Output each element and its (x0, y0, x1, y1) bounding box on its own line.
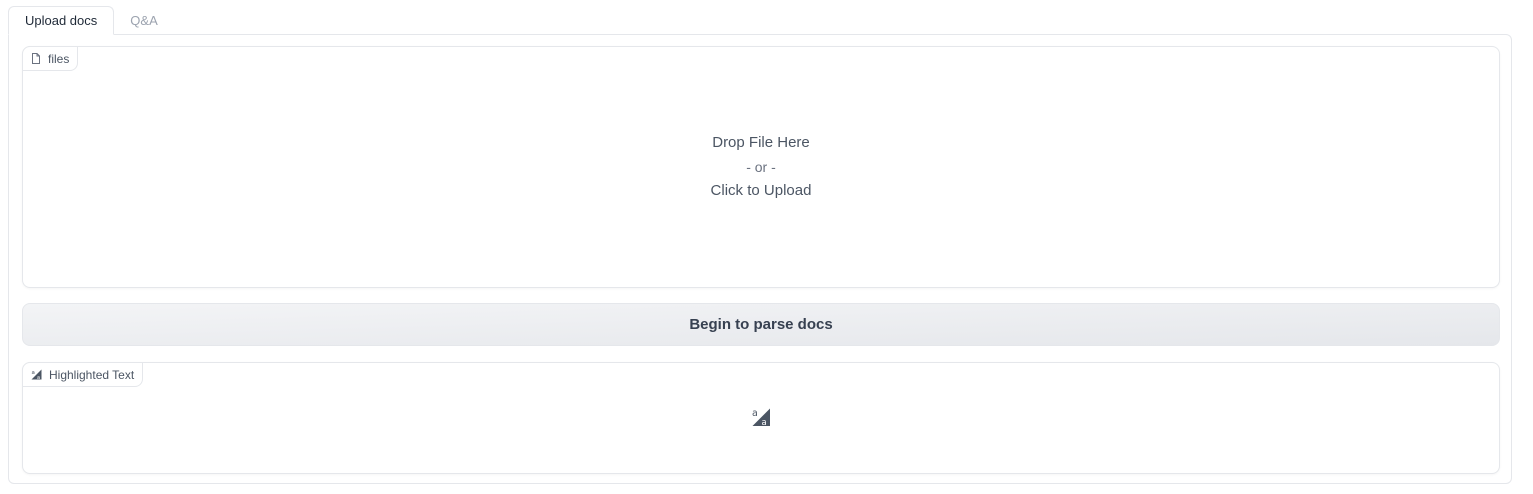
highlighted-text-label-text: Highlighted Text (49, 367, 135, 382)
tab-panel-upload-docs: Drop File Here - or - Click to Upload fi… (8, 34, 1512, 484)
text-highlight-icon: a a (751, 407, 771, 432)
files-upload-block: Drop File Here - or - Click to Upload fi… (22, 46, 1500, 288)
highlighted-text-empty-state: a a (23, 407, 1499, 432)
files-label: files (22, 46, 79, 71)
file-icon (31, 53, 41, 64)
svg-text:a: a (752, 408, 758, 419)
svg-text:a: a (32, 370, 35, 376)
drop-file-text: Drop File Here (712, 134, 810, 151)
files-label-text: files (48, 51, 70, 66)
text-highlight-icon: a a (31, 369, 42, 380)
file-drop-zone[interactable]: Drop File Here - or - Click to Upload (23, 47, 1499, 287)
begin-parse-docs-button[interactable]: Begin to parse docs (22, 303, 1500, 346)
or-separator: - or - (746, 159, 776, 175)
highlighted-text-label: a a Highlighted Text (22, 362, 144, 387)
tab-upload-docs[interactable]: Upload docs (8, 6, 115, 35)
highlighted-text-block: a a Highlighted Text a a (22, 362, 1500, 474)
tab-qa[interactable]: Q&A (114, 6, 173, 35)
click-to-upload-text: Click to Upload (710, 182, 812, 199)
svg-text:a: a (762, 418, 767, 427)
tab-bar: Upload docs Q&A (8, 6, 174, 35)
svg-text:a: a (37, 375, 40, 380)
